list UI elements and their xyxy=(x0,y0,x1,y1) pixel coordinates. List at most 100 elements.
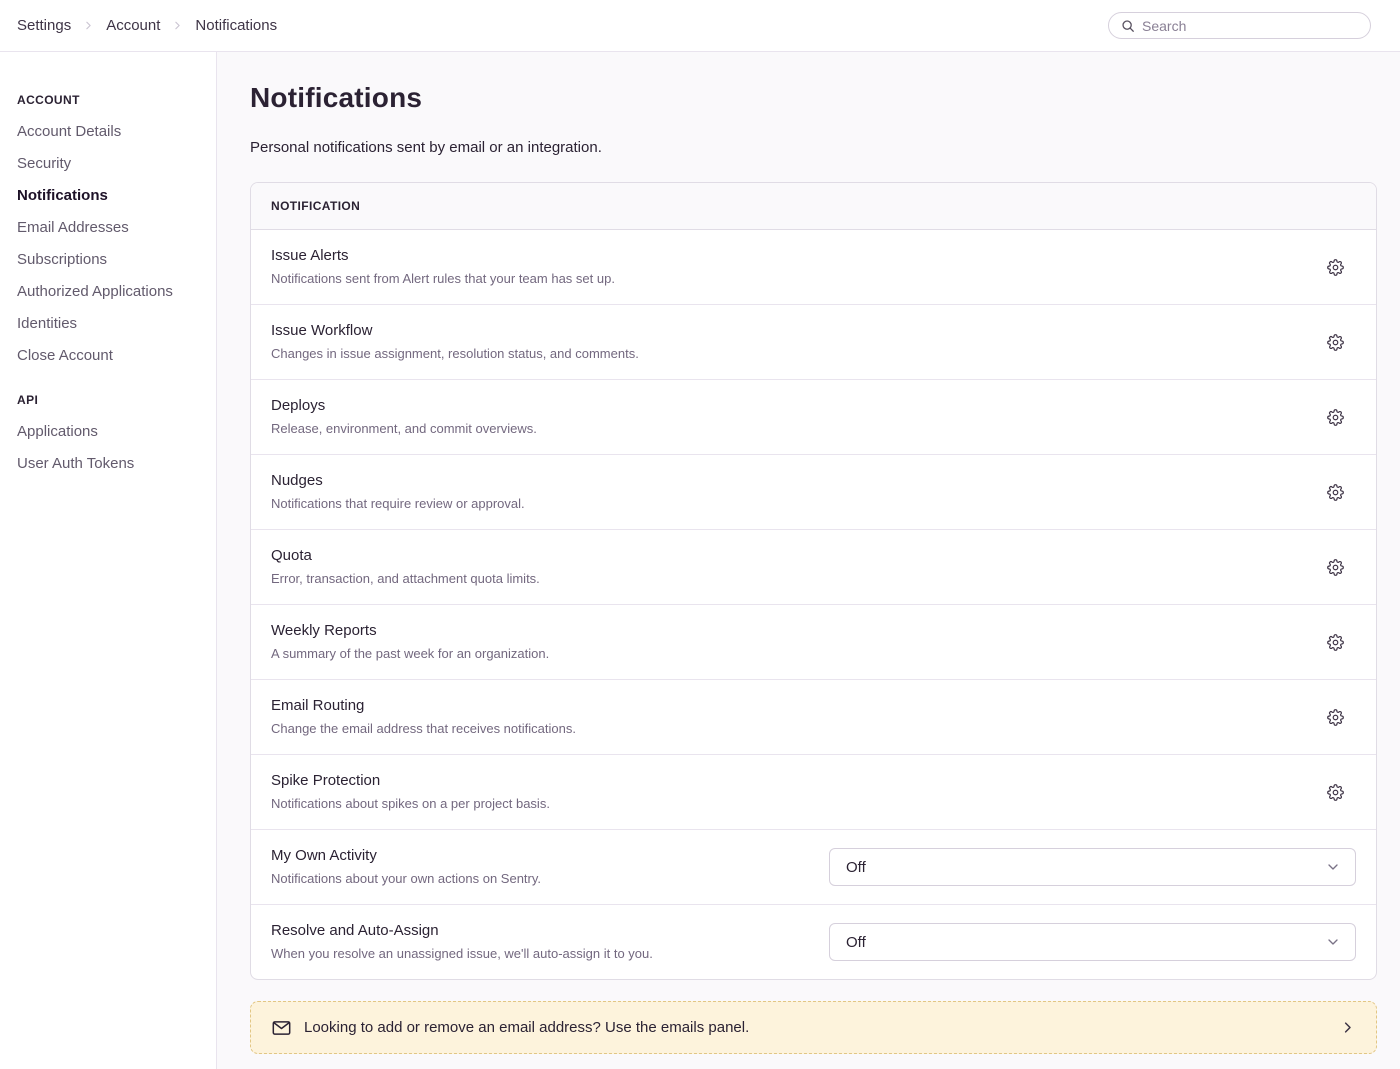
panel-header: NOTIFICATION xyxy=(251,183,1376,230)
sidebar-item-email-addresses[interactable]: Email Addresses xyxy=(17,219,206,236)
sidebar-item-identities[interactable]: Identities xyxy=(17,315,206,332)
notification-row-email-routing: Email Routing Change the email address t… xyxy=(251,679,1376,754)
notification-settings-button[interactable] xyxy=(1322,329,1349,356)
notification-row-quota: Quota Error, transaction, and attachment… xyxy=(251,529,1376,604)
notification-description: Notifications about spikes on a per proj… xyxy=(271,796,1302,812)
page-layout: ACCOUNT Account Details Security Notificat… xyxy=(0,52,1400,1069)
notification-title: Email Routing xyxy=(271,697,1302,715)
main-content: Notifications Personal notifications sen… xyxy=(217,52,1400,1069)
notification-row-text: Quota Error, transaction, and attachment… xyxy=(271,547,1322,587)
notification-row-spike-protection: Spike Protection Notifications about spi… xyxy=(251,754,1376,829)
notification-settings-button[interactable] xyxy=(1322,554,1349,581)
sidebar-item-authorized-applications[interactable]: Authorized Applications xyxy=(17,283,206,300)
notification-row-text: Issue Alerts Notifications sent from Ale… xyxy=(271,247,1322,287)
notification-title: Issue Alerts xyxy=(271,247,1302,265)
notification-description: Release, environment, and commit overvie… xyxy=(271,421,1302,437)
notification-settings-button[interactable] xyxy=(1322,404,1349,431)
notification-title: Nudges xyxy=(271,472,1302,490)
notification-row-text: Resolve and Auto-Assign When you resolve… xyxy=(271,922,829,962)
notification-row-text: Nudges Notifications that require review… xyxy=(271,472,1322,512)
top-header: Settings Account Notifications xyxy=(0,0,1400,52)
sidebar-item-security[interactable]: Security xyxy=(17,155,206,172)
gear-icon xyxy=(1327,634,1344,651)
sidebar-item-subscriptions[interactable]: Subscriptions xyxy=(17,251,206,268)
notification-description: A summary of the past week for an organi… xyxy=(271,646,1302,662)
sidebar-section-items: Applications User Auth Tokens xyxy=(17,423,206,472)
gear-icon xyxy=(1327,334,1344,351)
notification-row-text: Deploys Release, environment, and commit… xyxy=(271,397,1322,437)
notification-description: Error, transaction, and attachment quota… xyxy=(271,571,1302,587)
gear-icon xyxy=(1327,559,1344,576)
sidebar-item-account-details[interactable]: Account Details xyxy=(17,123,206,140)
notification-row-text: Issue Workflow Changes in issue assignme… xyxy=(271,322,1322,362)
gear-icon xyxy=(1327,409,1344,426)
breadcrumb: Settings Account Notifications xyxy=(17,17,277,34)
breadcrumb-separator-icon xyxy=(171,19,184,32)
chevron-right-icon xyxy=(1340,1020,1355,1035)
panel-rows: Issue Alerts Notifications sent from Ale… xyxy=(251,230,1376,979)
notification-settings-button[interactable] xyxy=(1322,629,1349,656)
notification-row-text: Email Routing Change the email address t… xyxy=(271,697,1322,737)
notification-title: Quota xyxy=(271,547,1302,565)
notification-select[interactable]: Off xyxy=(829,848,1356,886)
notification-row-issue-workflow: Issue Workflow Changes in issue assignme… xyxy=(251,304,1376,379)
sidebar-sections: ACCOUNT Account Details Security Notificat… xyxy=(17,93,206,472)
notification-row-text: Spike Protection Notifications about spi… xyxy=(271,772,1322,812)
notification-settings-button[interactable] xyxy=(1322,479,1349,506)
search-input[interactable] xyxy=(1142,18,1358,34)
notification-description: Change the email address that receives n… xyxy=(271,721,1302,737)
chevron-down-icon xyxy=(1325,859,1341,875)
breadcrumb-item-notifications[interactable]: Notifications xyxy=(195,17,277,34)
breadcrumb-item-account[interactable]: Account xyxy=(106,17,160,34)
envelope-icon xyxy=(272,1020,291,1036)
gear-icon xyxy=(1327,784,1344,801)
notification-row-my-own-activity: My Own Activity Notifications about your… xyxy=(251,829,1376,904)
select-value: Off xyxy=(846,934,866,951)
gear-icon xyxy=(1327,484,1344,501)
email-banner[interactable]: Looking to add or remove an email addres… xyxy=(250,1001,1377,1054)
sidebar-item-notifications[interactable]: Notifications xyxy=(17,187,206,204)
sidebar-section-title: ACCOUNT xyxy=(17,93,206,107)
sidebar-item-close-account[interactable]: Close Account xyxy=(17,347,206,364)
notification-row-text: Weekly Reports A summary of the past wee… xyxy=(271,622,1322,662)
notification-title: Deploys xyxy=(271,397,1302,415)
sidebar-item-applications[interactable]: Applications xyxy=(17,423,206,440)
gear-icon xyxy=(1327,259,1344,276)
notifications-panel: NOTIFICATION Issue Alerts Notifications … xyxy=(250,182,1377,980)
notification-description: Notifications about your own actions on … xyxy=(271,871,809,887)
breadcrumb-separator-icon xyxy=(82,19,95,32)
notification-row-weekly-reports: Weekly Reports A summary of the past wee… xyxy=(251,604,1376,679)
chevron-down-icon xyxy=(1325,934,1341,950)
notification-title: Resolve and Auto-Assign xyxy=(271,922,809,940)
banner-text: Looking to add or remove an email addres… xyxy=(304,1019,1327,1036)
sidebar: ACCOUNT Account Details Security Notificat… xyxy=(0,52,217,1069)
notification-row-text: My Own Activity Notifications about your… xyxy=(271,847,829,887)
sidebar-section: ACCOUNT Account Details Security Notificat… xyxy=(17,93,206,364)
notification-description: Notifications sent from Alert rules that… xyxy=(271,271,1302,287)
notification-row-resolve-and-auto-assign: Resolve and Auto-Assign When you resolve… xyxy=(251,904,1376,979)
page-title: Notifications xyxy=(250,82,1377,114)
notification-description: Notifications that require review or app… xyxy=(271,496,1302,512)
notification-row-deploys: Deploys Release, environment, and commit… xyxy=(251,379,1376,454)
notification-description: Changes in issue assignment, resolution … xyxy=(271,346,1302,362)
notification-settings-button[interactable] xyxy=(1322,254,1349,281)
sidebar-section-items: Account Details Security Notifications Emai… xyxy=(17,123,206,364)
notification-settings-button[interactable] xyxy=(1322,779,1349,806)
notification-title: Weekly Reports xyxy=(271,622,1302,640)
notification-row-nudges: Nudges Notifications that require review… xyxy=(251,454,1376,529)
notification-select[interactable]: Off xyxy=(829,923,1356,961)
search-box[interactable] xyxy=(1108,12,1371,39)
page-subtitle: Personal notifications sent by email or … xyxy=(250,139,1377,156)
sidebar-item-user-auth-tokens[interactable]: User Auth Tokens xyxy=(17,455,206,472)
select-value: Off xyxy=(846,859,866,876)
notification-settings-button[interactable] xyxy=(1322,704,1349,731)
gear-icon xyxy=(1327,709,1344,726)
notification-title: My Own Activity xyxy=(271,847,809,865)
sidebar-section-title: API xyxy=(17,393,206,407)
breadcrumb-item-settings[interactable]: Settings xyxy=(17,17,71,34)
notification-title: Issue Workflow xyxy=(271,322,1302,340)
sidebar-section: API Applications User Auth Tokens xyxy=(17,393,206,472)
search-icon xyxy=(1121,19,1135,33)
notification-description: When you resolve an unassigned issue, we… xyxy=(271,946,809,962)
notification-title: Spike Protection xyxy=(271,772,1302,790)
